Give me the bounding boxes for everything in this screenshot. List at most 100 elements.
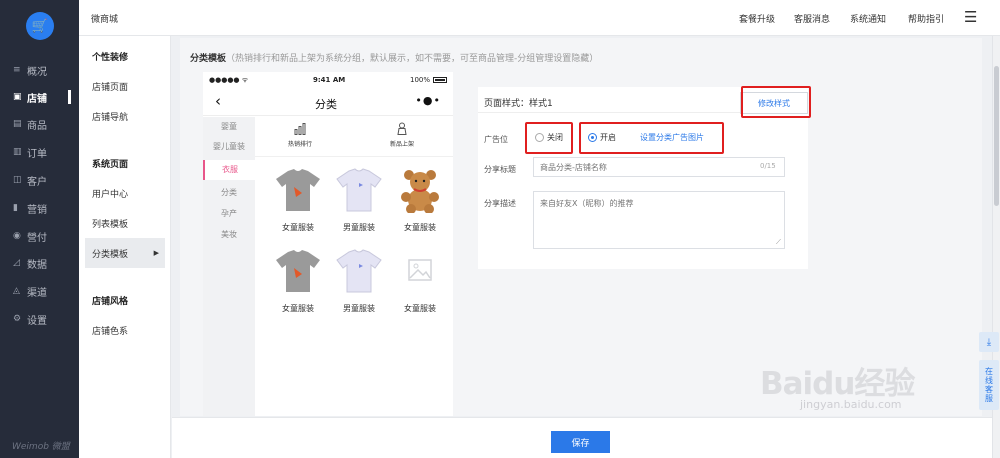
white-tshirt-image <box>336 168 382 212</box>
highlight-box <box>741 86 811 118</box>
nav-item-settings[interactable]: ⚙ 设置 <box>0 308 79 330</box>
phone-preview: ●●●●● ᯤ 9:41 AM 100% ‹ 分类 •●• 婴童 婴儿童装 衣服… <box>203 72 453 416</box>
category-item[interactable]: 孕产 <box>203 204 255 224</box>
phone-navbar: ‹ 分类 •●• <box>203 88 453 116</box>
nav-label: 渠道 <box>27 287 47 299</box>
share-title-input[interactable] <box>533 157 785 177</box>
battery-indicator: 100% <box>410 76 447 84</box>
section-title: 分类模板（热销排行和新品上架为系统分组，默认展示，如不需要，可至商品管理-分组管… <box>190 51 598 64</box>
teddy-bear-image <box>401 170 439 214</box>
data-chart-icon: ◿ <box>13 258 20 268</box>
online-service-button[interactable]: 在线客服 <box>979 360 999 410</box>
hot-ranking-tab[interactable]: 热销排行 <box>270 121 330 148</box>
subnav-item-store-pages[interactable]: 店铺页面 <box>85 71 165 101</box>
footer-bar: 保存 <box>172 417 992 458</box>
battery-percent: 100% <box>409 76 430 84</box>
subnav-item-category-template[interactable]: 分类模板 ▶ <box>85 238 165 268</box>
save-button[interactable]: 保存 <box>551 431 610 453</box>
subnav-item-user-center[interactable]: 用户中心 <box>85 178 165 208</box>
customers-icon: ◫ <box>13 175 22 185</box>
nav-item-data[interactable]: ◿ 数据 <box>0 252 79 274</box>
scrollbar-thumb[interactable] <box>994 66 999 206</box>
highlight-box <box>525 122 573 154</box>
payment-icon: ◉ <box>13 231 21 241</box>
nav-label: 商品 <box>27 120 47 132</box>
caret-right-icon: ▶ <box>153 249 159 257</box>
resize-handle-icon[interactable]: ⟋ <box>776 238 781 247</box>
store-icon: ▣ <box>13 92 22 102</box>
left-navigation: 🛒 ≡ 概况 ▣ 店铺 ▤ 商品 ▥ 订单 ◫ 客户 ▮ 营销 ◉ 營付 ◿ 数据 ◬ 渠道 ⚙ 设… <box>0 0 79 458</box>
nav-item-customers[interactable]: ◫ 客户 <box>0 169 79 191</box>
nav-item-marketing[interactable]: ▮ 营销 <box>0 197 79 219</box>
shop-cart-logo-icon[interactable]: 🛒 <box>26 12 54 40</box>
nav-label: 客户 <box>27 176 47 188</box>
download-icon[interactable]: ⤓ <box>979 332 999 352</box>
product-card[interactable]: 男童服装 <box>329 167 389 233</box>
share-description-textarea[interactable] <box>533 191 785 249</box>
nav-label: 数据 <box>27 259 47 271</box>
category-item[interactable]: 婴儿童装 <box>203 137 255 157</box>
subnav-heading-custom-decoration: 个性装修 <box>92 52 129 63</box>
brand-logo: Weimob 微盟 <box>12 442 70 452</box>
product-card[interactable]: 男童服装 <box>329 248 389 314</box>
gray-tshirt-image <box>276 250 320 292</box>
product-name: 女童服装 <box>282 223 314 232</box>
watermark-url: jingyan.baidu.com <box>800 398 902 411</box>
nav-item-products[interactable]: ▤ 商品 <box>0 113 79 135</box>
settings-card: 页面样式：样式1 修改样式 广告位 关闭 开启 设置分类广告图片 分享标题 0/… <box>478 86 811 269</box>
section-note: （热销排行和新品上架为系统分组，默认展示，如不需要，可至商品管理-分组管理设置隐… <box>226 54 599 64</box>
phone-status-bar: ●●●●● ᯤ 9:41 AM 100% <box>203 72 453 88</box>
gray-tshirt-image <box>276 169 320 211</box>
tab-label: 新品上架 <box>389 141 414 148</box>
subnav-item-store-nav[interactable]: 店铺导航 <box>85 101 165 131</box>
character-counter: 0/15 <box>760 162 776 170</box>
help-guide-link[interactable]: 帮助指引 <box>908 12 944 25</box>
new-arrivals-tab[interactable]: 新品上架 <box>372 121 432 148</box>
nav-label: 订单 <box>27 148 47 160</box>
subnav-item-list-template[interactable]: 列表模板 <box>85 208 165 238</box>
category-item[interactable]: 美妆 <box>203 225 255 245</box>
nav-item-payment[interactable]: ◉ 營付 <box>0 225 79 247</box>
section-title-text: 分类模板 <box>190 54 227 64</box>
products-icon: ▤ <box>13 119 22 129</box>
subnav-label: 分类模板 <box>92 249 129 260</box>
product-name: 女童服装 <box>404 304 436 313</box>
product-card[interactable]: 女童服装 <box>390 167 450 233</box>
nav-item-orders[interactable]: ▥ 订单 <box>0 141 79 163</box>
nav-item-channels[interactable]: ◬ 渠道 <box>0 280 79 302</box>
baidu-watermark: Baidu经验 <box>760 366 915 402</box>
product-card[interactable]: 女童服装 <box>268 248 328 314</box>
new-arrivals-icon <box>397 122 407 135</box>
product-card[interactable]: 女童服装 <box>390 248 450 314</box>
subnav-heading-system-pages: 系统页面 <box>92 159 129 170</box>
phone-page-title: 分类 <box>315 98 337 111</box>
top-bar: 微商城 套餐升级 客服消息 系统通知 帮助指引 ☰ <box>79 0 1000 36</box>
nav-item-overview[interactable]: ≡ 概况 <box>0 59 79 81</box>
signal-wifi-icon: ●●●●● ᯤ <box>209 75 249 84</box>
category-item[interactable]: 婴童 <box>203 117 255 137</box>
subnav-item-store-color[interactable]: 店铺色系 <box>85 315 165 345</box>
product-card[interactable]: 女童服装 <box>268 167 328 233</box>
category-list: 婴童 婴儿童装 衣服 分类 孕产 美妆 <box>203 117 255 416</box>
channels-icon: ◬ <box>13 286 20 296</box>
sub-navigation: 个性装修 店铺页面 店铺导航 系统页面 用户中心 列表模板 分类模板 ▶ 店铺风格… <box>79 36 171 458</box>
system-notice-link[interactable]: 系统通知 <box>850 12 886 25</box>
nav-item-store[interactable]: ▣ 店铺 <box>0 86 79 108</box>
battery-icon <box>433 77 447 83</box>
highlight-box <box>579 122 724 154</box>
product-name: 男童服装 <box>343 304 375 313</box>
category-item[interactable]: 分类 <box>203 183 255 203</box>
phone-clock: 9:41 AM <box>313 76 346 84</box>
tab-label: 热销排行 <box>287 141 312 148</box>
overview-icon: ≡ <box>13 65 21 75</box>
back-arrow-icon[interactable]: ‹ <box>215 92 221 110</box>
share-title-label: 分享标题 <box>484 165 516 174</box>
service-messages-link[interactable]: 客服消息 <box>794 12 830 25</box>
more-dots-icon[interactable]: •●• <box>415 94 441 107</box>
plan-upgrade-link[interactable]: 套餐升级 <box>739 12 775 25</box>
hamburger-menu-icon[interactable]: ☰ <box>964 8 977 26</box>
nav-label: 營付 <box>27 232 47 244</box>
share-description-label: 分享描述 <box>484 199 516 208</box>
orders-icon: ▥ <box>13 147 22 157</box>
category-item-active[interactable]: 衣服 <box>203 160 255 180</box>
